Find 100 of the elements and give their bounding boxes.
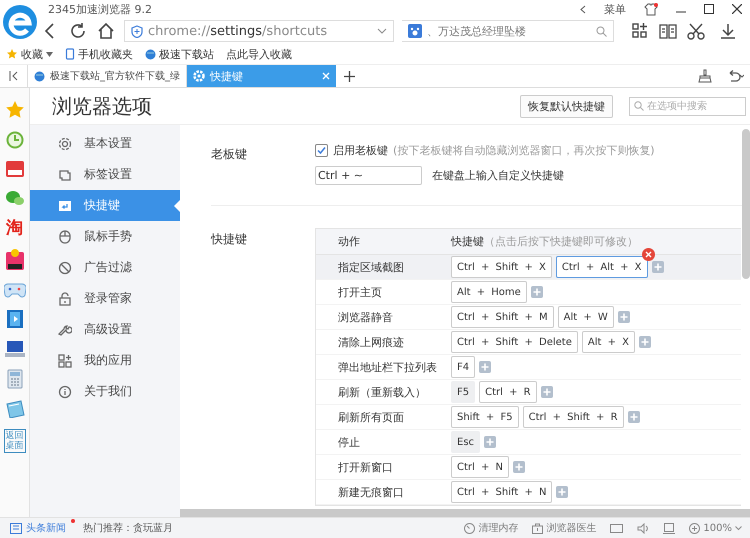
shortcut-key-field[interactable]: Ctrl + Alt + X: [556, 256, 648, 278]
search-icon[interactable]: [596, 26, 607, 36]
shortcut-key-field[interactable]: Ctrl + R: [479, 381, 537, 403]
discount-icon[interactable]: [4, 249, 24, 271]
wrench-icon: [58, 322, 72, 336]
action-label: 打开新窗口: [337, 460, 394, 474]
sidebar-item[interactable]: 标签设置: [30, 159, 180, 190]
shortcut-key-field[interactable]: Alt + X: [582, 331, 635, 353]
shortcut-key-field[interactable]: Alt + W: [558, 306, 614, 328]
new-tab-icon[interactable]: [344, 70, 355, 82]
shortcut-key-field[interactable]: Esc: [451, 431, 480, 453]
bookmark-item[interactable]: 手机收藏夹: [78, 46, 133, 62]
gamepad-icon[interactable]: [4, 282, 26, 298]
news-link[interactable]: 头条新闻: [26, 521, 66, 535]
sidebar-toggle-icon[interactable]: [9, 71, 18, 81]
action-label: 浏览器静音: [337, 310, 394, 324]
search-icon: [634, 101, 644, 111]
page-title: 浏览器选项: [52, 92, 153, 120]
news-icon[interactable]: [10, 522, 22, 534]
block-icon: [58, 260, 72, 274]
window-title: 2345加速浏览器 9.2: [48, 2, 153, 16]
check-icon: [317, 146, 326, 155]
close-icon[interactable]: [732, 4, 742, 14]
scrollbar[interactable]: [742, 129, 750, 279]
zoom-level[interactable]: 100%: [703, 522, 732, 534]
speaker-icon[interactable]: [637, 522, 650, 534]
computer-icon[interactable]: [4, 340, 26, 358]
sidebar-item[interactable]: 鼠标手势: [30, 221, 180, 252]
paw-icon: [408, 24, 422, 38]
clock-icon[interactable]: [6, 131, 24, 149]
shortcut-key-field[interactable]: Ctrl + Shift + R: [522, 406, 624, 428]
sidebar-item[interactable]: 关于我们: [30, 376, 180, 407]
action-label: 指定区域截图: [337, 260, 405, 274]
shortcut-input[interactable]: Ctrl + ~: [315, 166, 422, 185]
sidebar-item[interactable]: 我的应用: [30, 345, 180, 376]
action-label: 清除上网痕迹: [337, 334, 405, 350]
maximize-icon[interactable]: [704, 4, 714, 14]
dropdown-icon[interactable]: [735, 526, 742, 530]
shortcut-key-field[interactable]: Shift + F5: [451, 406, 519, 428]
star-icon[interactable]: [4, 100, 24, 120]
film-icon[interactable]: [6, 309, 24, 329]
shortcut-key-field[interactable]: Ctrl + N: [451, 456, 510, 478]
shortcut-key-field[interactable]: F4: [451, 356, 476, 378]
mouse-icon: [58, 230, 72, 244]
show-desktop-button[interactable]: 返回桌面: [4, 429, 26, 453]
pip-icon[interactable]: [610, 524, 624, 532]
shortcut-key-field[interactable]: F5: [451, 381, 476, 403]
shortcut-key-field[interactable]: Ctrl + Shift + M: [451, 306, 554, 328]
sidebar-item[interactable]: 登录管家: [30, 283, 180, 314]
browser-doctor-button[interactable]: 浏览器医生: [546, 521, 596, 535]
action-label: 打开主页: [337, 284, 383, 300]
section-label: 快捷键: [211, 231, 248, 248]
chat-icon[interactable]: [4, 189, 24, 207]
download-icon[interactable]: [718, 21, 738, 41]
star-icon: [6, 48, 18, 60]
gear-icon: [58, 136, 72, 150]
globe-icon: [145, 48, 156, 60]
broom-icon[interactable]: [698, 69, 712, 83]
instruction-text: 在键盘上输入自定义快捷键: [432, 168, 564, 183]
home-icon[interactable]: [96, 21, 116, 41]
clean-memory-button[interactable]: 清理内存: [478, 521, 518, 535]
column-header: 快捷键（点击后按下快捷键即可修改）: [451, 234, 638, 249]
shortcut-key-field[interactable]: Ctrl + Shift + Delete: [451, 331, 578, 353]
search-field[interactable]: 、万达茂总经理坠楼: [402, 20, 614, 42]
sidebar-item[interactable]: 广告过滤: [30, 252, 180, 283]
action-label: 刷新所有页面: [337, 410, 405, 424]
checkbox[interactable]: [315, 144, 328, 157]
hot-topic-link[interactable]: 热门推荐：贪玩蓝月: [83, 521, 173, 535]
lock-icon: [58, 292, 72, 306]
news-icon[interactable]: [4, 160, 24, 178]
action-label: 刷新（重新载入）: [337, 384, 427, 400]
scrollbar[interactable]: [180, 509, 750, 517]
bookmark-item[interactable]: 极速下载站: [159, 46, 214, 62]
globe-icon: [34, 70, 45, 82]
gear-icon: [193, 70, 205, 82]
taobao-icon[interactable]: 淘: [6, 218, 23, 238]
menu-button[interactable]: 菜单: [604, 2, 626, 16]
phone-icon: [65, 48, 75, 60]
address-bar[interactable]: chrome://settings/shortcuts: [124, 20, 394, 42]
pointer-notch: [174, 200, 180, 212]
action-label: 弹出地址栏下拉列表: [337, 360, 438, 374]
remove-icon[interactable]: [642, 248, 655, 261]
shortcut-key-field[interactable]: Alt + Home: [451, 281, 527, 303]
section-label: 老板键: [211, 146, 248, 163]
info-icon: [58, 384, 72, 398]
skin-icon[interactable]: [644, 2, 658, 16]
refresh-icon[interactable]: [68, 21, 88, 41]
restore-defaults-button[interactable]: 恢复默认快捷键: [520, 94, 613, 118]
dropdown-icon[interactable]: [377, 28, 387, 34]
back-icon[interactable]: [580, 4, 586, 14]
shortcut-key-field[interactable]: Ctrl + Shift + N: [451, 481, 552, 503]
tabs-icon: [58, 168, 72, 182]
bookmark-item[interactable]: 点此导入收藏: [226, 46, 292, 62]
notebook-icon[interactable]: [4, 400, 24, 418]
screen-icon[interactable]: [663, 522, 676, 534]
sidebar-item[interactable]: 高级设置: [30, 314, 180, 345]
calculator-icon[interactable]: [6, 369, 22, 389]
bookmark-item[interactable]: 收藏: [21, 46, 43, 62]
shortcut-key-field[interactable]: Ctrl + Shift + X: [451, 256, 552, 278]
sidebar-item[interactable]: 基本设置: [30, 128, 180, 159]
